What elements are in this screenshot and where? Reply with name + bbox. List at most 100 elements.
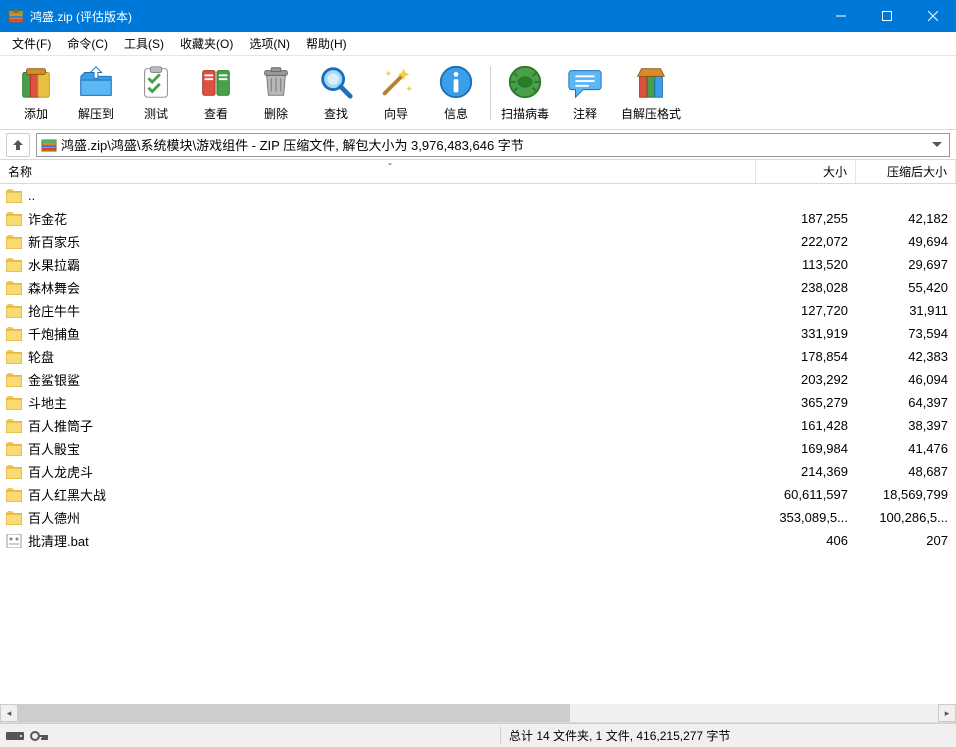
cell-size: 169,984 (756, 441, 856, 456)
view-button[interactable]: 查看 (186, 58, 246, 128)
cell-size: 214,369 (756, 464, 856, 479)
test-label: 测试 (144, 105, 168, 122)
cell-size: 127,720 (756, 303, 856, 318)
menu-help[interactable]: 帮助(H) (298, 33, 355, 54)
cell-size: 331,919 (756, 326, 856, 341)
cell-packed: 18,569,799 (856, 487, 956, 502)
sfx-button[interactable]: 自解压格式 (615, 58, 687, 128)
cell-name: 斗地主 (0, 393, 756, 412)
cell-packed: 46,094 (856, 372, 956, 387)
table-row[interactable]: 斗地主365,27964,397 (0, 391, 956, 414)
table-row[interactable]: 千炮捕鱼331,91973,594 (0, 322, 956, 345)
delete-icon (257, 63, 295, 101)
file-name: 百人龙虎斗 (28, 462, 93, 481)
scroll-thumb[interactable] (18, 704, 570, 722)
minimize-button[interactable] (818, 0, 864, 32)
table-row[interactable]: 百人骰宝169,98441,476 (0, 437, 956, 460)
close-button[interactable] (910, 0, 956, 32)
archive-icon (41, 137, 57, 153)
cell-packed: 100,286,5... (856, 510, 956, 525)
find-button[interactable]: 查找 (306, 58, 366, 128)
path-text: 鸿盛.zip\鸿盛\系统模块\游戏组件 - ZIP 压缩文件, 解包大小为 3,… (61, 135, 524, 154)
path-box[interactable]: 鸿盛.zip\鸿盛\系统模块\游戏组件 - ZIP 压缩文件, 解包大小为 3,… (36, 133, 950, 157)
scroll-right-button[interactable]: ▸ (938, 704, 956, 722)
add-button[interactable]: 添加 (6, 58, 66, 128)
menu-tools[interactable]: 工具(S) (116, 33, 172, 54)
find-label: 查找 (324, 105, 348, 122)
folder-icon (6, 327, 22, 341)
table-row[interactable]: 百人龙虎斗 214,36948,687 (0, 460, 956, 483)
menu-bar: 文件(F) 命令(C) 工具(S) 收藏夹(O) 选项(N) 帮助(H) (0, 32, 956, 56)
file-name: 诈金花 (28, 209, 67, 228)
table-row[interactable]: 百人红黑大战60,611,59718,569,799 (0, 483, 956, 506)
table-row[interactable]: 批清理.bat406207 (0, 529, 956, 552)
key-icon (30, 730, 48, 742)
menu-opt[interactable]: 选项(N) (241, 33, 298, 54)
scan-icon (506, 63, 544, 101)
path-bar: 鸿盛.zip\鸿盛\系统模块\游戏组件 - ZIP 压缩文件, 解包大小为 3,… (0, 130, 956, 160)
path-dropdown-icon[interactable] (929, 142, 945, 148)
file-name: 百人推筒子 (28, 416, 93, 435)
file-name: 金鲨银鲨 (28, 370, 80, 389)
info-button[interactable]: 信息 (426, 58, 486, 128)
cell-packed: 38,397 (856, 418, 956, 433)
file-name: 斗地主 (28, 393, 67, 412)
wizard-button[interactable]: 向导 (366, 58, 426, 128)
sfx-icon (632, 63, 670, 101)
cell-name: 百人推筒子 (0, 416, 756, 435)
wizard-label: 向导 (384, 105, 408, 122)
table-row[interactable]: 森林舞会238,02855,420 (0, 276, 956, 299)
cell-size: 406 (756, 533, 856, 548)
cell-name: 百人龙虎斗 (0, 462, 756, 481)
table-row[interactable]: 百人德州353,089,5...100,286,5... (0, 506, 956, 529)
column-size[interactable]: 大小 (756, 160, 856, 183)
cell-size: 178,854 (756, 349, 856, 364)
add-icon (17, 63, 55, 101)
extract-button[interactable]: 解压到 (66, 58, 126, 128)
folder-icon (6, 465, 22, 479)
file-name: .. (28, 188, 35, 203)
horizontal-scrollbar[interactable]: ◂ ▸ (0, 704, 956, 722)
folder-icon (6, 258, 22, 272)
up-button[interactable] (6, 133, 30, 157)
cell-name: 抢庄牛牛 (0, 301, 756, 320)
cell-packed: 41,476 (856, 441, 956, 456)
table-row[interactable]: 金鲨银鲨203,29246,094 (0, 368, 956, 391)
info-icon (437, 63, 475, 101)
cell-packed: 49,694 (856, 234, 956, 249)
cell-name: .. (0, 188, 756, 203)
scan-button[interactable]: 扫描病毒 (495, 58, 555, 128)
table-row[interactable]: 诈金花187,25542,182 (0, 207, 956, 230)
test-button[interactable]: 测试 (126, 58, 186, 128)
table-row[interactable]: .. (0, 184, 956, 207)
status-left (0, 730, 500, 742)
folder-icon (6, 419, 22, 433)
menu-fav[interactable]: 收藏夹(O) (172, 33, 241, 54)
delete-button[interactable]: 删除 (246, 58, 306, 128)
cell-packed: 73,594 (856, 326, 956, 341)
comment-label: 注释 (573, 105, 597, 122)
comment-icon (566, 63, 604, 101)
table-row[interactable]: 新百家乐222,07249,694 (0, 230, 956, 253)
maximize-button[interactable] (864, 0, 910, 32)
table-row[interactable]: 轮盘178,85442,383 (0, 345, 956, 368)
file-name: 百人德州 (28, 508, 80, 527)
list-body[interactable]: .. 诈金花187,25542,182新百家乐222,07249,694水果拉霸1… (0, 184, 956, 704)
add-label: 添加 (24, 105, 48, 122)
table-row[interactable]: 抢庄牛牛127,72031,911 (0, 299, 956, 322)
menu-file[interactable]: 文件(F) (4, 33, 59, 54)
scroll-left-button[interactable]: ◂ (0, 704, 18, 722)
folder-icon (6, 511, 22, 525)
cell-name: 轮盘 (0, 347, 756, 366)
cell-packed: 48,687 (856, 464, 956, 479)
scroll-track[interactable] (18, 704, 938, 722)
comment-button[interactable]: 注释 (555, 58, 615, 128)
folder-icon (6, 281, 22, 295)
cell-size: 365,279 (756, 395, 856, 410)
table-row[interactable]: 百人推筒子161,42838,397 (0, 414, 956, 437)
menu-cmd[interactable]: 命令(C) (59, 33, 116, 54)
column-name[interactable]: 名称 ⌄ (0, 160, 756, 183)
column-packed[interactable]: 压缩后大小 (856, 160, 956, 183)
view-label: 查看 (204, 105, 228, 122)
table-row[interactable]: 水果拉霸113,52029,697 (0, 253, 956, 276)
